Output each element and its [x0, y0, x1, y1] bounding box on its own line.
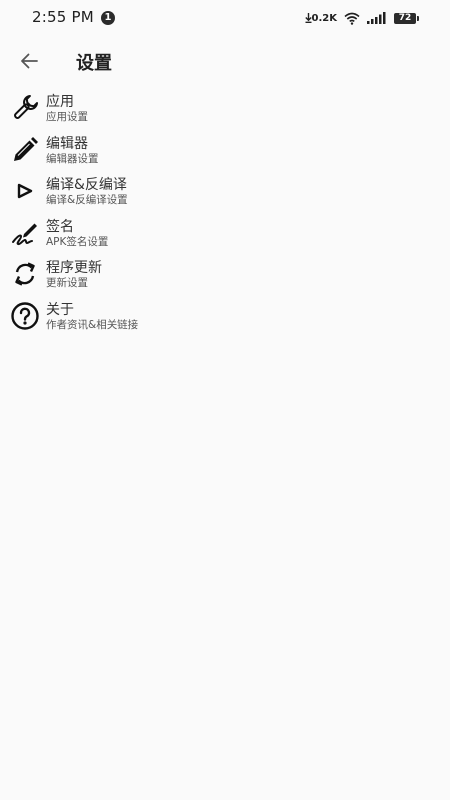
settings-item-subtitle: 更新设置	[46, 277, 88, 290]
pencil-icon	[10, 135, 40, 165]
download-arrow-icon	[304, 13, 312, 23]
settings-item-editor[interactable]: 编辑器 编辑器设置	[0, 130, 450, 172]
status-time: 2:55 PM	[32, 8, 94, 26]
network-speed-value: 0.2K	[311, 12, 337, 24]
network-speed: 0.2K	[304, 12, 337, 24]
settings-item-subtitle: 编辑器设置	[46, 152, 99, 165]
settings-item-title: 关于	[46, 301, 74, 318]
status-indicators: 0.2K 72	[304, 9, 419, 27]
signature-icon	[10, 218, 40, 248]
battery-indicator: 72	[394, 12, 419, 24]
play-triangle-icon	[10, 176, 40, 206]
settings-item-update[interactable]: 程序更新 更新设置	[0, 254, 450, 296]
settings-item-subtitle: 编译&反编译设置	[46, 194, 128, 207]
signal-strength-icon	[367, 12, 386, 24]
settings-item-compile[interactable]: 编译&反编译 编译&反编译设置	[0, 171, 450, 213]
settings-item-subtitle: 作者资讯&相关链接	[46, 318, 139, 331]
settings-item-subtitle: 应用设置	[46, 111, 88, 123]
wrench-icon	[10, 93, 40, 123]
notification-count-badge: 1	[101, 11, 115, 25]
status-bar: 2:55 PM 1 0.2K 72	[0, 0, 450, 36]
settings-item-about[interactable]: 关于 作者资讯&相关链接	[0, 296, 450, 338]
help-circle-icon	[10, 301, 40, 331]
app-toolbar: 设置	[0, 36, 450, 86]
settings-item-signature[interactable]: 签名 APK签名设置	[0, 213, 450, 255]
settings-item-app[interactable]: 应用 应用设置	[0, 88, 450, 130]
back-button[interactable]	[14, 46, 44, 76]
settings-item-title: 应用	[46, 94, 74, 110]
settings-item-title: 程序更新	[46, 260, 102, 277]
settings-item-title: 编译&反编译	[46, 177, 127, 194]
page-title: 设置	[76, 53, 112, 74]
settings-item-title: 编辑器	[46, 135, 88, 152]
settings-item-subtitle: APK签名设置	[46, 235, 109, 248]
wifi-icon	[344, 12, 360, 25]
sync-icon	[10, 259, 40, 289]
arrow-left-icon	[21, 53, 38, 69]
settings-item-title: 签名	[46, 218, 74, 235]
settings-list: 应用 应用设置 编辑器 编辑器设置 编译&反编译 编译&反编译设置 签名 APK…	[0, 88, 450, 338]
